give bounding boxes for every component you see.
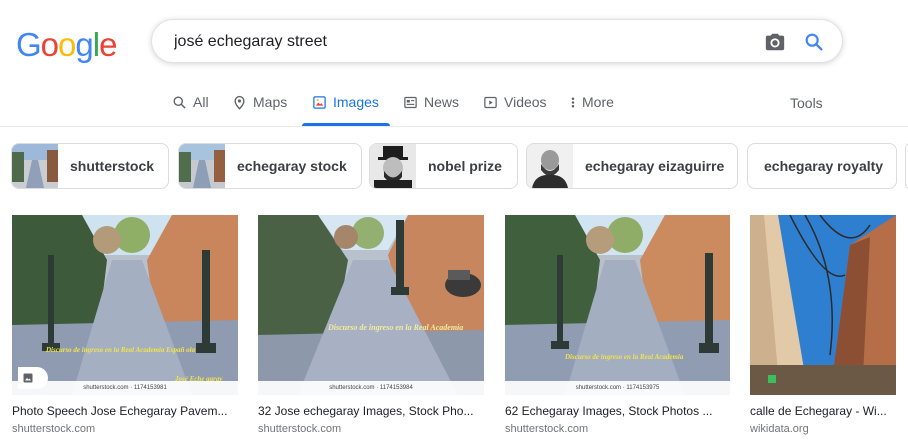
chip-echegaray-stock[interactable]: echegaray stock <box>178 143 362 189</box>
chip-label: echegaray eizaguirre <box>585 158 725 174</box>
result-site: shutterstock.com <box>12 423 96 435</box>
overlay-text: Discurso de ingreso en la Real Academia … <box>46 346 196 354</box>
search-input[interactable] <box>172 29 736 55</box>
street-photo <box>505 215 730 395</box>
result-site: shutterstock.com <box>258 423 342 435</box>
search-bar <box>151 19 843 63</box>
chip-label: shutterstock <box>70 158 155 174</box>
search-icon[interactable] <box>803 31 825 53</box>
video-icon <box>484 96 497 109</box>
result-image[interactable]: Discurso de ingreso en la Real Academia … <box>12 215 238 395</box>
overlay-text: Discurso de ingreso en la Real Academia <box>565 353 684 361</box>
tab-label: Images <box>333 94 379 110</box>
search-icon <box>173 96 186 109</box>
tab-label: News <box>424 94 460 110</box>
image-result[interactable]: Discurso de ingreso en la Real Academia … <box>12 215 238 435</box>
chip-shutterstock[interactable]: shutterstock <box>11 143 169 189</box>
logo-letter: g <box>75 26 93 63</box>
tab-label: All <box>193 94 209 110</box>
chip-thumbnail <box>527 144 573 188</box>
street-photo <box>750 215 896 395</box>
result-site: wikidata.org <box>750 423 809 435</box>
logo-letter: o <box>40 26 59 63</box>
more-vert-icon <box>571 97 575 108</box>
watermark: shutterstock.com · 1174153984 <box>258 381 484 395</box>
chip-label: echegaray stock <box>237 158 347 174</box>
image-result[interactable]: Discurso de ingreso en la Real Academia … <box>505 215 730 435</box>
result-title[interactable]: calle de Echegaray - Wi... <box>750 404 896 418</box>
tab-videos[interactable]: Videos <box>483 94 547 126</box>
news-icon <box>404 96 417 109</box>
image-icon <box>313 96 326 109</box>
image-result[interactable]: Discurso de ingreso en la Real Academia … <box>258 215 484 435</box>
tab-label: Maps <box>253 94 288 110</box>
result-title[interactable]: 62 Echegaray Images, Stock Photos ... <box>505 404 730 418</box>
google-logo[interactable]: Google <box>16 26 117 64</box>
chip-thumbnail <box>179 144 225 188</box>
result-title[interactable]: Photo Speech Jose Echegaray Pavem... <box>12 404 238 418</box>
tab-label: More <box>582 94 614 110</box>
result-image[interactable] <box>750 215 896 395</box>
logo-letter: G <box>16 26 42 63</box>
overlay-text: Discurso de ingreso en la Real Academia <box>328 323 464 332</box>
camera-icon[interactable] <box>764 31 786 53</box>
tools-button[interactable]: Tools <box>790 95 823 111</box>
tab-all[interactable]: All <box>172 94 209 126</box>
tab-images[interactable]: Images <box>312 94 379 126</box>
image-badge <box>18 367 48 389</box>
logo-letter: e <box>99 26 117 63</box>
street-photo <box>12 215 238 395</box>
image-icon <box>23 373 33 383</box>
logo-letter: o <box>58 26 76 63</box>
result-site: shutterstock.com <box>505 423 589 435</box>
result-image[interactable]: Discurso de ingreso en la Real Academia … <box>258 215 484 395</box>
chip-label: echegaray royalty <box>764 158 884 174</box>
chip-thumbnail <box>370 144 416 188</box>
header-divider <box>0 126 908 127</box>
result-image[interactable]: Discurso de ingreso en la Real Academia … <box>505 215 730 395</box>
chip-label: nobel prize <box>428 158 502 174</box>
tab-label: Videos <box>504 94 547 110</box>
map-pin-icon <box>234 95 245 110</box>
result-title[interactable]: 32 Jose echegaray Images, Stock Pho... <box>258 404 484 418</box>
tab-maps[interactable]: Maps <box>232 94 287 126</box>
tab-more[interactable]: More <box>570 94 614 126</box>
chip-echegaray-royalty[interactable]: echegaray royalty <box>747 143 897 189</box>
image-result[interactable]: calle de Echegaray - Wi... wikidata.org <box>750 215 896 435</box>
watermark: shutterstock.com · 1174153975 <box>505 381 730 395</box>
chip-echegaray-eizaguirre[interactable]: echegaray eizaguirre <box>526 143 738 189</box>
chip-nobel-prize[interactable]: nobel prize <box>369 143 518 189</box>
street-photo <box>258 215 484 395</box>
tab-news[interactable]: News <box>403 94 459 126</box>
chip-thumbnail <box>12 144 58 188</box>
